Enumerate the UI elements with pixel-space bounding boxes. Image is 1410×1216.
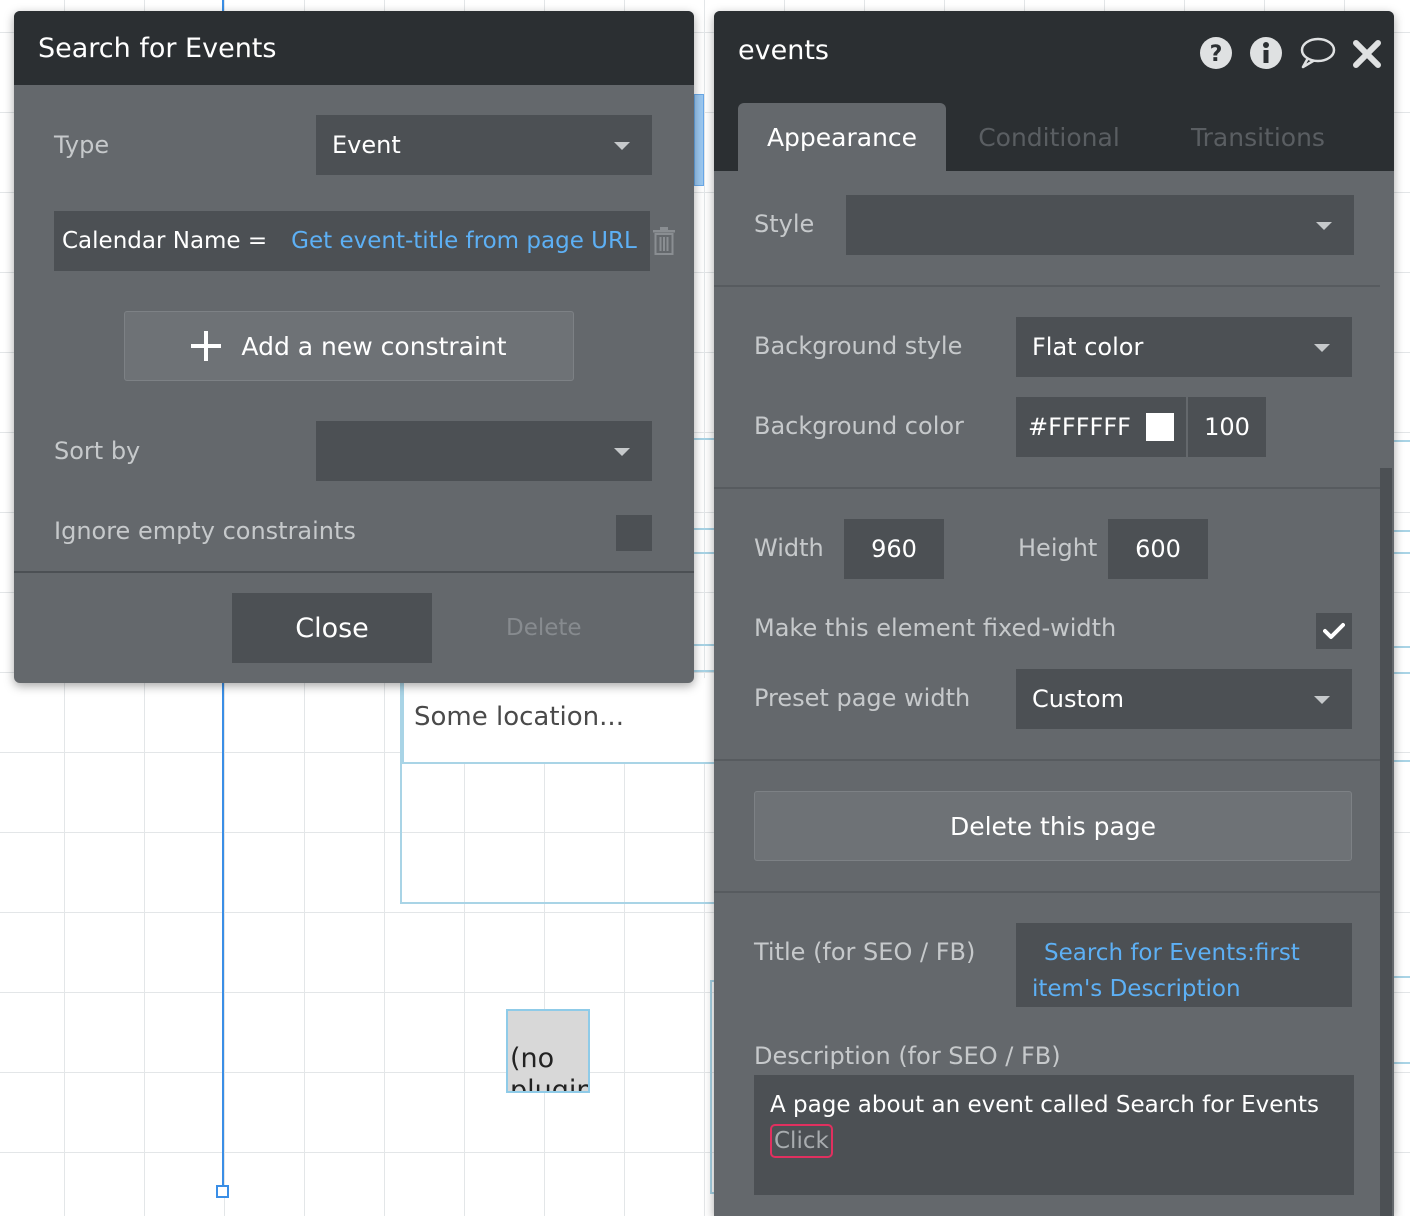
background-style-dropdown[interactable]: Flat color <box>1016 317 1352 377</box>
sort-by-label: Sort by <box>54 437 141 465</box>
canvas-guide-line <box>694 552 714 554</box>
canvas-guide-line <box>1394 976 1410 978</box>
section-divider <box>714 891 1380 893</box>
background-color-label: Background color <box>754 412 964 440</box>
type-dropdown[interactable]: Event <box>316 115 652 175</box>
canvas-guide-line <box>694 644 714 646</box>
seo-description-label: Description (for SEO / FB) <box>754 1042 1061 1070</box>
seo-description-input[interactable]: A page about an event called Search for … <box>754 1075 1354 1195</box>
color-swatch[interactable] <box>1146 413 1174 441</box>
fixed-width-checkbox[interactable] <box>1316 613 1352 649</box>
chevron-down-icon <box>1314 344 1330 352</box>
canvas-guide-line <box>1394 530 1410 532</box>
constraint-dynamic-value[interactable]: Get event-title from page URL <box>291 228 637 254</box>
background-style-value: Flat color <box>1032 333 1144 361</box>
canvas-guide-line <box>694 438 714 440</box>
chevron-down-icon <box>1316 222 1332 230</box>
width-input[interactable]: 960 <box>844 519 944 579</box>
seo-title-input[interactable]: Search for Events:first item's Descripti… <box>1016 923 1352 1007</box>
tab-conditional[interactable]: Conditional <box>964 103 1134 171</box>
delete-page-label: Delete this page <box>949 811 1157 841</box>
seo-title-label: Title (for SEO / FB) <box>754 938 976 966</box>
background-opacity-value: 100 <box>1204 413 1250 441</box>
canvas-guide-line <box>1394 1062 1410 1064</box>
search-panel-footer: Close Delete <box>14 571 694 683</box>
location-input-element[interactable]: Some location... <box>402 678 722 764</box>
location-placeholder: Some location... <box>414 702 624 732</box>
type-label: Type <box>54 131 110 159</box>
checkmark-icon <box>1323 623 1345 639</box>
property-tabs: Appearance Conditional Transitions <box>714 89 1394 171</box>
ignore-empty-label: Ignore empty constraints <box>54 517 356 545</box>
height-label: Height <box>1018 534 1098 562</box>
property-panel-header[interactable]: events ? <box>714 11 1394 89</box>
style-label: Style <box>754 210 815 238</box>
preset-width-dropdown[interactable]: Custom <box>1016 669 1352 729</box>
canvas-guide-line <box>694 528 714 530</box>
help-icon[interactable]: ? <box>1198 35 1234 71</box>
width-value: 960 <box>871 535 917 563</box>
resize-handle[interactable] <box>216 1185 229 1198</box>
tab-appearance[interactable]: Appearance <box>738 103 946 171</box>
delete-page-button[interactable]: Delete this page <box>754 791 1352 861</box>
plus-icon <box>191 331 222 361</box>
comment-icon[interactable] <box>1298 35 1336 71</box>
tab-transitions[interactable]: Transitions <box>1176 103 1340 171</box>
chevron-down-icon <box>614 142 630 150</box>
fixed-width-label: Make this element fixed-width <box>754 614 1117 642</box>
canvas-guide-line <box>1394 672 1410 674</box>
svg-text:?: ? <box>1210 42 1223 67</box>
property-panel-scrollbar[interactable] <box>1380 468 1392 1216</box>
section-divider <box>714 285 1380 287</box>
seo-description-text: A page about an event called Search for … <box>770 1092 1319 1118</box>
property-panel-title: events <box>738 34 829 66</box>
background-color-hex: #FFFFFF <box>1028 413 1131 441</box>
canvas-guide-line <box>1394 552 1410 554</box>
plugin-placeholder-text: (no plugin) <box>510 1043 588 1093</box>
close-icon[interactable] <box>1350 35 1384 71</box>
canvas-guide-line <box>1394 646 1410 648</box>
style-dropdown[interactable] <box>846 195 1354 255</box>
height-value: 600 <box>1135 535 1181 563</box>
section-divider <box>714 487 1380 489</box>
sort-by-dropdown[interactable] <box>316 421 652 481</box>
canvas-guide-line <box>1394 760 1410 762</box>
search-panel-header[interactable]: Search for Events <box>14 11 694 85</box>
search-panel-title: Search for Events <box>38 32 277 64</box>
close-button[interactable]: Close <box>232 593 432 663</box>
constraint-field[interactable]: Calendar Name = <box>62 228 267 254</box>
canvas-guide-line <box>1394 440 1410 442</box>
plugin-placeholder-element[interactable]: (no plugin) <box>506 1009 590 1093</box>
add-constraint-button[interactable]: Add a new constraint <box>124 311 574 381</box>
height-input[interactable]: 600 <box>1108 519 1208 579</box>
add-constraint-label: Add a new constraint <box>241 331 507 361</box>
search-for-events-panel: Search for Events Type Event Calendar Na… <box>14 11 694 683</box>
width-label: Width <box>754 534 824 562</box>
section-divider <box>714 759 1380 761</box>
background-opacity-input[interactable]: 100 <box>1188 397 1266 457</box>
background-style-label: Background style <box>754 332 963 360</box>
close-button-label: Close <box>295 612 369 644</box>
chevron-down-icon <box>614 448 630 456</box>
trash-icon[interactable] <box>652 227 676 255</box>
preset-width-value: Custom <box>1032 685 1124 713</box>
chevron-down-icon <box>1314 696 1330 704</box>
constraint-row[interactable]: Calendar Name = Get event-title from pag… <box>54 211 650 271</box>
info-icon[interactable] <box>1248 35 1284 71</box>
selected-element-edge[interactable] <box>694 94 704 186</box>
preset-width-label: Preset page width <box>754 684 971 712</box>
type-dropdown-value: Event <box>332 131 401 159</box>
insert-dynamic-data-chip[interactable]: Click <box>770 1124 833 1158</box>
ignore-empty-checkbox[interactable] <box>616 515 652 551</box>
delete-button: Delete <box>506 615 582 641</box>
seo-title-dynamic-value[interactable]: Search for Events:first item's Descripti… <box>1032 940 1300 1002</box>
